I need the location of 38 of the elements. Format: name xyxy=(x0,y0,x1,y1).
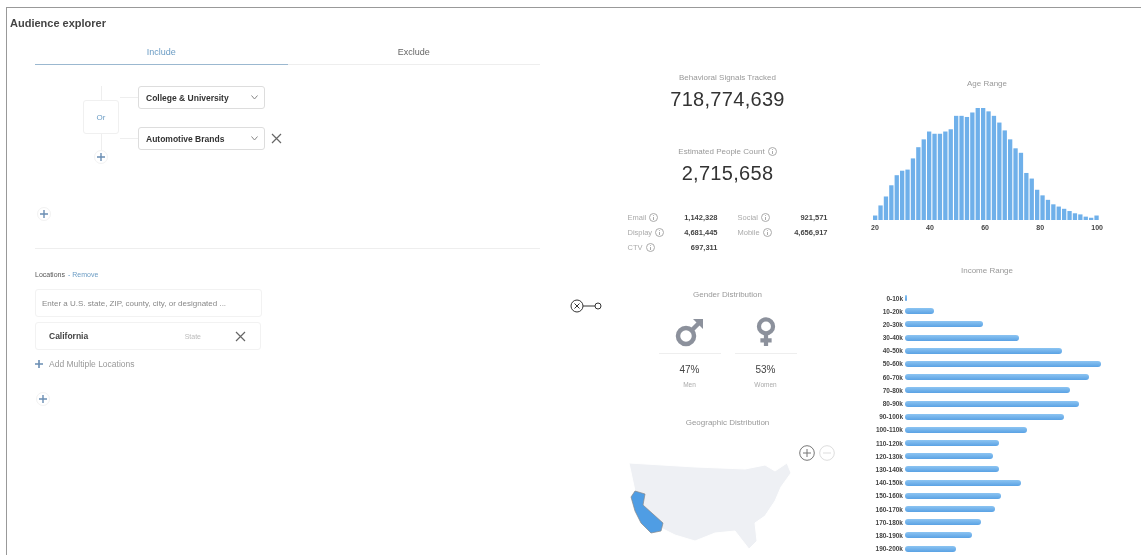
info-icon[interactable] xyxy=(767,147,777,156)
people-count: 2,715,658 xyxy=(681,162,774,185)
tab[interactable]: Exclude xyxy=(287,47,540,65)
signals-count: 718,774,639 xyxy=(670,88,785,111)
female-symbol-icon xyxy=(754,317,777,347)
category-dropdown[interactable]: Automotive Brands xyxy=(138,127,265,150)
tab[interactable]: Include xyxy=(35,47,288,65)
info-icon[interactable] xyxy=(645,243,655,252)
add-condition-button[interactable] xyxy=(94,150,108,164)
info-icon[interactable] xyxy=(655,228,665,237)
or-operator[interactable]: Or xyxy=(83,100,119,134)
signals-label: Behavioral Signals Tracked xyxy=(679,73,776,82)
gender-title: Gender Distribution xyxy=(693,290,762,299)
gender-percent: 47% xyxy=(679,364,700,375)
location-search-field[interactable]: Enter a U.S. state, ZIP, county, city, or designated ... xyxy=(35,289,262,317)
location-name: California xyxy=(49,331,90,341)
add-filter-button[interactable] xyxy=(36,392,50,406)
info-icon[interactable] xyxy=(649,213,659,222)
male-symbol-icon xyxy=(674,317,705,347)
page-title: Audience explorer xyxy=(9,16,107,29)
caret-icon xyxy=(251,95,258,100)
income-chart-title: Income Range xyxy=(961,266,1013,275)
geo-title: Geographic Distribution xyxy=(685,418,770,427)
age-chart-title: Age Range xyxy=(967,79,1007,88)
zoom-in-button[interactable] xyxy=(799,445,815,461)
x-circle-connector-icon[interactable] xyxy=(570,299,604,313)
caret-icon xyxy=(251,136,258,141)
gender-percent: 53% xyxy=(755,364,776,375)
info-icon[interactable] xyxy=(760,213,770,222)
people-count-label: Estimated People Count xyxy=(678,147,765,156)
income-bar xyxy=(905,308,935,315)
category-dropdown[interactable]: College & University xyxy=(138,86,265,109)
add-group-button[interactable] xyxy=(37,207,51,221)
income-bar xyxy=(905,545,956,552)
income-bar xyxy=(905,532,972,539)
info-icon[interactable] xyxy=(762,228,772,237)
plus-icon xyxy=(35,360,43,368)
add-multiple-locations-link[interactable]: Add Multiple Locations xyxy=(49,359,135,369)
